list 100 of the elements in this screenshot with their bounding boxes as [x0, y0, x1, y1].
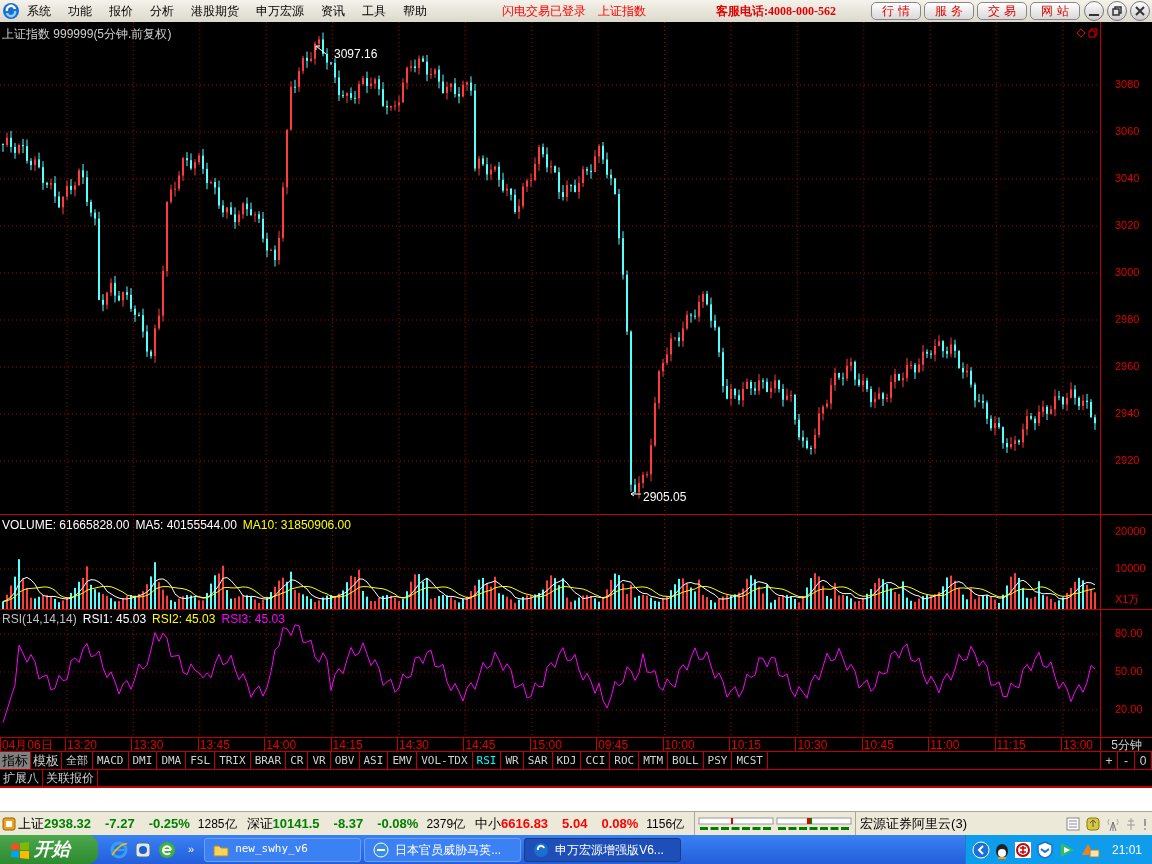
more-button[interactable]: »	[188, 844, 195, 855]
bank-logo-icon	[1013, 840, 1032, 859]
time-axis-label: 10:45	[861, 738, 894, 751]
index-percent: 0.08%	[601, 814, 639, 833]
minimize-button[interactable]	[1084, 1, 1104, 21]
time-axis-label: 13:45	[197, 738, 230, 751]
high-price-label: 3097.16	[334, 46, 378, 63]
price-axis-label: 3000	[1115, 267, 1140, 278]
volume-axis-label: X1万	[1115, 594, 1140, 605]
indicator-value: RSI1: 45.03	[82, 611, 147, 628]
time-axis-label: 14:30	[397, 738, 430, 751]
indicator-value: VOLUME: 61665828.00	[2, 517, 130, 534]
time-axis-label: 13:30	[131, 738, 164, 751]
clock-text: 21:01	[1111, 841, 1142, 859]
price-axis-label: 3060	[1115, 126, 1140, 137]
rsi-axis-label: 20.00	[1115, 704, 1143, 715]
status-notice: 闪电交易已登录	[502, 3, 586, 19]
mode-tab[interactable]: 模板	[31, 752, 62, 769]
indicator-value: RSI(14,14,14)	[2, 611, 77, 628]
panel-tab[interactable]: 扩展八	[0, 770, 43, 786]
taskbar-window-button[interactable]: new_swhy_v6	[204, 837, 362, 862]
index-value: 10141.5	[272, 814, 320, 833]
mode-tab[interactable]: 指标	[0, 752, 31, 769]
browser-icon	[110, 840, 128, 859]
time-axis-label: 04月06日	[0, 738, 53, 751]
window-icon	[1088, 28, 1098, 38]
indicator-value: MA5: 40155544.00	[135, 517, 237, 534]
app-logo-icon	[2, 2, 20, 20]
index-change: 5.04	[562, 814, 588, 833]
menu-item[interactable]: 报价	[109, 3, 133, 19]
diamond-icon	[1076, 28, 1086, 38]
toolbar-button[interactable]: 行 情	[871, 2, 921, 20]
toolbar-button[interactable]: 交 易	[977, 2, 1027, 20]
server-name: 宏源证券阿里云(3)	[860, 814, 967, 833]
index-amount: 1285亿	[197, 815, 237, 833]
index-change: -8.37	[333, 814, 364, 833]
price-axis-label: 3040	[1115, 173, 1140, 184]
leader-line	[315, 45, 327, 55]
app-icon	[134, 840, 152, 859]
time-axis-label: 11:00	[928, 738, 960, 751]
menu-item[interactable]: 系统	[27, 3, 51, 19]
indicator-value: MA10: 31850906.00	[242, 517, 351, 534]
time-axis-label: 14:00	[264, 738, 297, 751]
rsi-axis-label: 50.00	[1115, 666, 1143, 677]
upload-icon	[1086, 816, 1100, 831]
time-axis-label: 13:00	[1061, 738, 1094, 751]
volume-axis-label: 20000	[1115, 526, 1146, 537]
index-percent: -0.25%	[148, 814, 190, 833]
time-axis-label: 10:15	[729, 738, 762, 751]
toolbar-button[interactable]: 网 站	[1030, 2, 1080, 20]
list-icon	[1066, 816, 1080, 831]
menu-item[interactable]: 工具	[362, 3, 386, 19]
info-icon	[1142, 816, 1148, 831]
price-axis-label: 2960	[1115, 361, 1140, 372]
chevron-left-icon	[971, 840, 990, 859]
shield-icon	[1035, 840, 1054, 859]
index-amount: 1156亿	[646, 815, 685, 833]
index-percent: -0.08%	[377, 814, 419, 833]
minimize-icon	[1089, 14, 1099, 16]
index-icon	[2, 816, 16, 831]
menu-item[interactable]: 资讯	[321, 3, 345, 19]
price-axis-label: 2920	[1115, 455, 1140, 466]
restore-icon	[1112, 6, 1122, 16]
price-axis-label: 2980	[1115, 314, 1140, 325]
windows-logo-icon	[10, 840, 30, 859]
menu-item[interactable]: 功能	[68, 3, 92, 19]
rsi-axis-label: 80.00	[1115, 628, 1143, 639]
index-name: 上证	[18, 814, 44, 833]
status-notice: 上证指数	[598, 3, 646, 19]
pin-icon	[1126, 816, 1136, 831]
chart-title: 上证指数 999999(5分钟.前复权)	[2, 26, 172, 43]
index-value: 6616.83	[501, 814, 549, 833]
time-axis-label: 10:00	[662, 738, 695, 751]
taskbar-window-button[interactable]: 申万宏源增强版V6...	[524, 837, 682, 862]
restore-button[interactable]	[1107, 1, 1127, 21]
index-name: 深证	[246, 814, 273, 833]
folder-icon	[213, 842, 230, 857]
time-axis-label: 13:20	[65, 738, 98, 751]
menu-item[interactable]: 帮助	[403, 3, 427, 19]
index-amount: 2379亿	[426, 815, 466, 833]
volume-axis-label: 10000	[1115, 563, 1146, 574]
time-axis-label: 14:15	[330, 738, 363, 751]
menu-item[interactable]: 分析	[150, 3, 174, 19]
time-axis-label: 10:30	[795, 738, 828, 751]
time-axis-label: 15:00	[529, 738, 562, 751]
toolbar-button[interactable]: 服 务	[924, 2, 974, 20]
indicator-value: RSI2: 45.03	[152, 611, 216, 628]
close-button[interactable]	[1130, 1, 1150, 21]
price-axis-label: 3020	[1115, 220, 1140, 231]
menu-item[interactable]: 港股期货	[191, 3, 239, 19]
low-price-label: 2905.05	[643, 489, 687, 506]
browser-icon	[158, 840, 176, 859]
browser-icon	[373, 841, 390, 858]
menu-item[interactable]: 申万宏源	[256, 3, 304, 19]
time-axis-label: 14:45	[463, 738, 496, 751]
start-button[interactable]: 开始	[0, 835, 98, 864]
panel-tab[interactable]: 关联报价	[43, 770, 98, 786]
taskbar-window-button[interactable]: 日本官员威胁马英...	[364, 837, 522, 862]
app-logo-icon	[533, 841, 550, 858]
index-name: 中小	[475, 814, 502, 833]
